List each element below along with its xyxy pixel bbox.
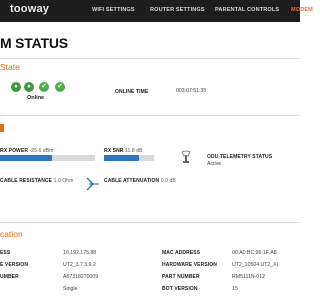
- nav-router-settings[interactable]: ROUTER SETTINGS: [150, 7, 205, 13]
- rx-power-meter: [0, 155, 95, 161]
- bot-version-label: BOT VERSION: [162, 286, 198, 292]
- section-divider: [0, 115, 300, 116]
- nav-parental-controls[interactable]: PARENTAL CONTROLS: [215, 7, 279, 13]
- ip-address-value: 10.192.175.88: [63, 250, 97, 256]
- odu-antenna-icon: [181, 150, 191, 163]
- link-status-icon: ●: [11, 82, 21, 92]
- online-time-value: 003:07:51:35: [176, 88, 207, 94]
- ip-address-label: ESS: [0, 250, 11, 256]
- top-nav-bar: tooway WIFI SETTINGS ROUTER SETTINGS PAR…: [0, 0, 313, 22]
- check-icon: ✔: [39, 82, 49, 92]
- odu-telemetry-value: Active: [207, 161, 222, 167]
- cable-arrow-icon: [86, 177, 99, 191]
- cable-resistance-label-text: CABLE RESISTANCE: [0, 178, 53, 184]
- network-status-icon: ●: [24, 82, 34, 92]
- software-version-label: E VERSION: [0, 262, 29, 268]
- check-icon: ✔: [55, 82, 65, 92]
- part-number-value: RM5111N-012: [232, 274, 265, 280]
- tooway-logo[interactable]: tooway: [10, 3, 49, 15]
- state-section-title: State: [0, 62, 20, 72]
- hardware-version-value: UT2_10504 UT2_X(: [232, 262, 279, 268]
- page-title: M STATUS: [0, 35, 68, 51]
- info-section-title: cation: [0, 229, 23, 239]
- cable-resistance-label: CABLE RESISTANCE 1.0 Ohm: [0, 178, 73, 184]
- section-divider: [0, 58, 300, 59]
- nav-modem[interactable]: MODEM: [291, 7, 313, 13]
- rx-power-value: -25.6 dBm: [29, 148, 54, 154]
- signal-section-marker: [0, 124, 4, 132]
- mac-address-value: 00:A0:BC:96:1F:A8: [232, 250, 277, 256]
- bot-version-value: 15: [232, 286, 238, 292]
- online-time-label: ONLINE TIME: [115, 89, 149, 95]
- mode-value: Single: [63, 286, 78, 292]
- rx-snr-label: RX SNR 11.8 dB: [104, 148, 143, 154]
- rx-power-label-text: RX POWER: [0, 148, 29, 154]
- connection-status-text: Online: [27, 95, 45, 101]
- rx-snr-label-text: RX SNR: [104, 148, 124, 154]
- rx-power-meter-fill: [0, 155, 53, 161]
- cable-attenuation-label: CABLE ATTENUATION 0.0 dB: [104, 178, 176, 184]
- rx-snr-value: 11.8 dB: [125, 148, 143, 154]
- rx-power-label: RX POWER -25.6 dBm: [0, 148, 54, 154]
- rx-snr-meter-fill: [104, 155, 139, 161]
- odu-telemetry-label: ODU TELEMETRY STATUS: [207, 154, 273, 160]
- serial-number-label: UMBER: [0, 274, 19, 280]
- cable-attenuation-label-text: CABLE ATTENUATION: [104, 178, 160, 184]
- rx-snr-meter: [104, 155, 154, 161]
- hardware-version-label: HARDWARE VERSION: [162, 262, 217, 268]
- serial-number-value: A67318270009: [63, 274, 99, 280]
- part-number-label: PART NUMBER: [162, 274, 200, 280]
- mac-address-label: MAC ADDRESS: [162, 250, 201, 256]
- nav-wifi-settings[interactable]: WIFI SETTINGS: [92, 7, 135, 13]
- cable-resistance-value: 1.0 Ohm: [53, 178, 74, 184]
- software-version-value: UT2_3.7.3.9.2: [63, 262, 96, 268]
- section-divider: [0, 222, 300, 223]
- cable-attenuation-value: 0.0 dB: [160, 178, 176, 184]
